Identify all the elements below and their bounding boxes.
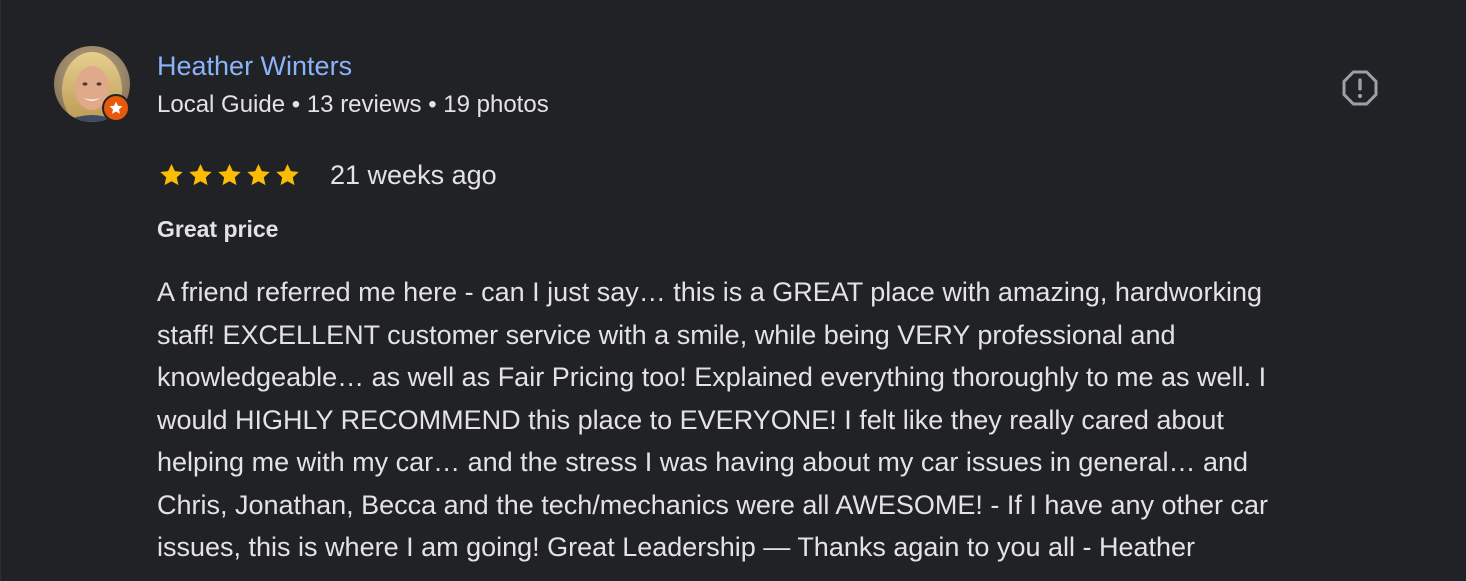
star-icon xyxy=(247,163,270,186)
star-icon xyxy=(189,163,212,186)
reviewer-meta: Local Guide • 13 reviews • 19 photos xyxy=(157,91,549,118)
review-card: Heather Winters Local Guide • 13 reviews… xyxy=(0,0,1466,581)
report-button[interactable] xyxy=(1340,68,1380,108)
review-text-line: A friend referred me here - can I just s… xyxy=(157,277,1262,307)
review-text-line: staff! EXCELLENT customer service with a… xyxy=(157,319,1176,350)
reviewer-name[interactable]: Heather Winters xyxy=(157,50,352,82)
star-icon xyxy=(218,163,241,186)
review-title: Great price xyxy=(157,216,279,242)
star-badge-icon xyxy=(109,101,123,114)
reviewer-avatar[interactable] xyxy=(54,46,130,122)
review-text-line: helping me with my car… and the stress I… xyxy=(157,447,1249,477)
review-time: 21 weeks ago xyxy=(330,160,497,190)
star-icon xyxy=(276,163,299,186)
review-text-line: issues, this is where I am going! Great … xyxy=(157,532,1196,562)
report-icon xyxy=(1342,70,1378,106)
review-text-line: Chris, Jonathan, Becca and the tech/mech… xyxy=(157,489,1269,520)
local-guide-badge xyxy=(102,94,130,122)
review-text: A friend referred me here - can I just s… xyxy=(157,271,1417,569)
review-text-line: would HIGHLY RECOMMEND this place to EVE… xyxy=(157,404,1224,435)
star-icon xyxy=(160,163,183,186)
star-rating xyxy=(158,160,301,190)
review-text-line: knowledgeable… as well as Fair Pricing t… xyxy=(157,362,1267,392)
